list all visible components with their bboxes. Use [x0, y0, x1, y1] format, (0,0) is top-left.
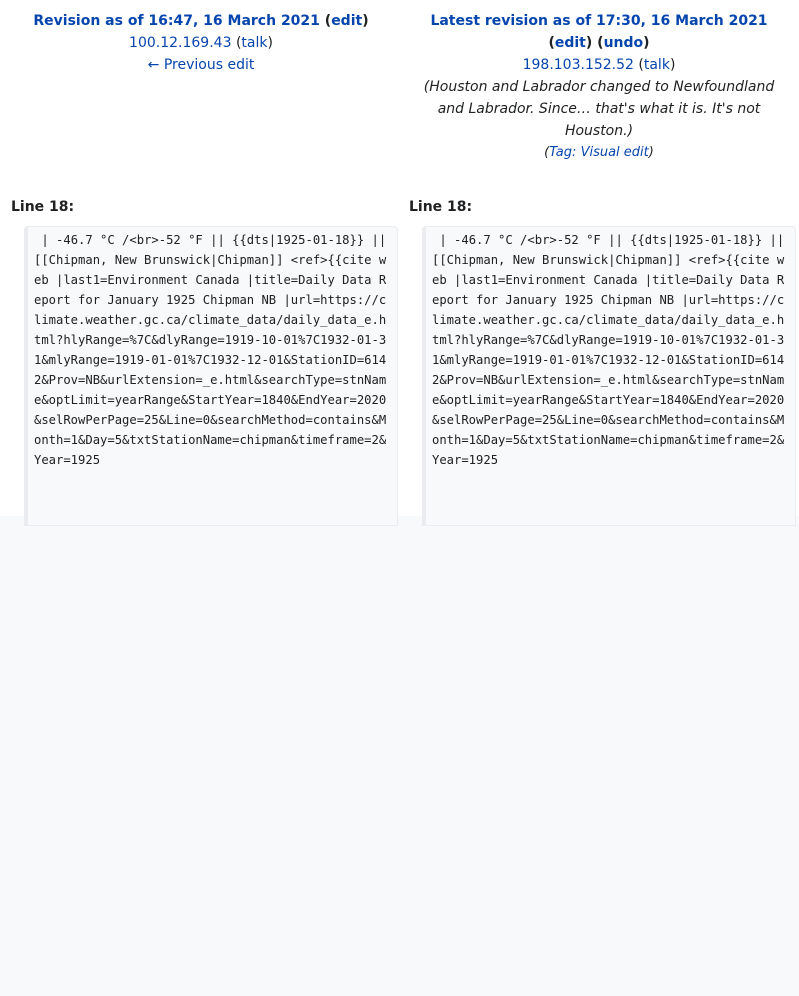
old-revision-user-line: 100.12.169.43 (talk): [0, 32, 402, 54]
new-revision-user-line: 198.103.152.52 (talk): [400, 54, 798, 76]
new-context-cell: | -46.7 °C /<br>-52 °F || {{dts|1925-01-…: [422, 226, 796, 526]
tag-line: (Tag: Visual edit): [400, 142, 798, 164]
old-user-link[interactable]: 100.12.169.43: [129, 35, 231, 51]
paren-close: ): [648, 145, 654, 160]
new-revision-header: Latest revision as of 17:30, 16 March 20…: [400, 10, 798, 164]
tag-link[interactable]: Tag: Visual edit: [549, 145, 649, 160]
old-revision-link[interactable]: Revision as of 16:47, 16 March 2021: [33, 13, 320, 29]
new-line-number: Line 18:: [409, 199, 473, 215]
new-revision-link[interactable]: Latest revision as of 17:30, 16 March 20…: [430, 13, 767, 29]
previous-edit-line: ← Previous edit: [0, 54, 402, 76]
edit-summary: (Houston and Labrador changed to Newfoun…: [423, 79, 775, 139]
new-user-link[interactable]: 198.103.152.52: [523, 57, 634, 73]
old-revision-title-line: Revision as of 16:47, 16 March 2021 (edi…: [0, 10, 402, 32]
paren-close: ): [585, 35, 593, 51]
paren-close: ): [669, 57, 676, 73]
previous-edit-link[interactable]: ← Previous edit: [148, 57, 255, 73]
new-talk-link[interactable]: talk: [644, 57, 670, 73]
paren-close: ): [362, 13, 369, 29]
new-edit-link[interactable]: edit: [555, 35, 586, 51]
old-edit-link[interactable]: edit: [331, 13, 362, 29]
old-line-number: Line 18:: [11, 199, 75, 215]
new-revision-title-line: Latest revision as of 17:30, 16 March 20…: [400, 10, 798, 32]
tag-name: Visual edit: [580, 145, 649, 160]
old-context-cell: | -46.7 °C /<br>-52 °F || {{dts|1925-01-…: [24, 226, 398, 526]
old-context-text: | -46.7 °C /<br>-52 °F || {{dts|1925-01-…: [34, 233, 394, 467]
paren-close: ): [267, 35, 273, 51]
new-revision-actions-line: (edit) (undo): [400, 32, 798, 54]
tag-prefix: Tag:: [549, 145, 577, 160]
new-context-text: | -46.7 °C /<br>-52 °F || {{dts|1925-01-…: [432, 233, 792, 467]
old-revision-header: Revision as of 16:47, 16 March 2021 (edi…: [0, 10, 402, 76]
undo-link[interactable]: undo: [604, 35, 644, 51]
paren-close: ): [643, 35, 650, 51]
diff-page: Revision as of 16:47, 16 March 2021 (edi…: [0, 0, 799, 526]
old-talk-link[interactable]: talk: [241, 35, 267, 51]
